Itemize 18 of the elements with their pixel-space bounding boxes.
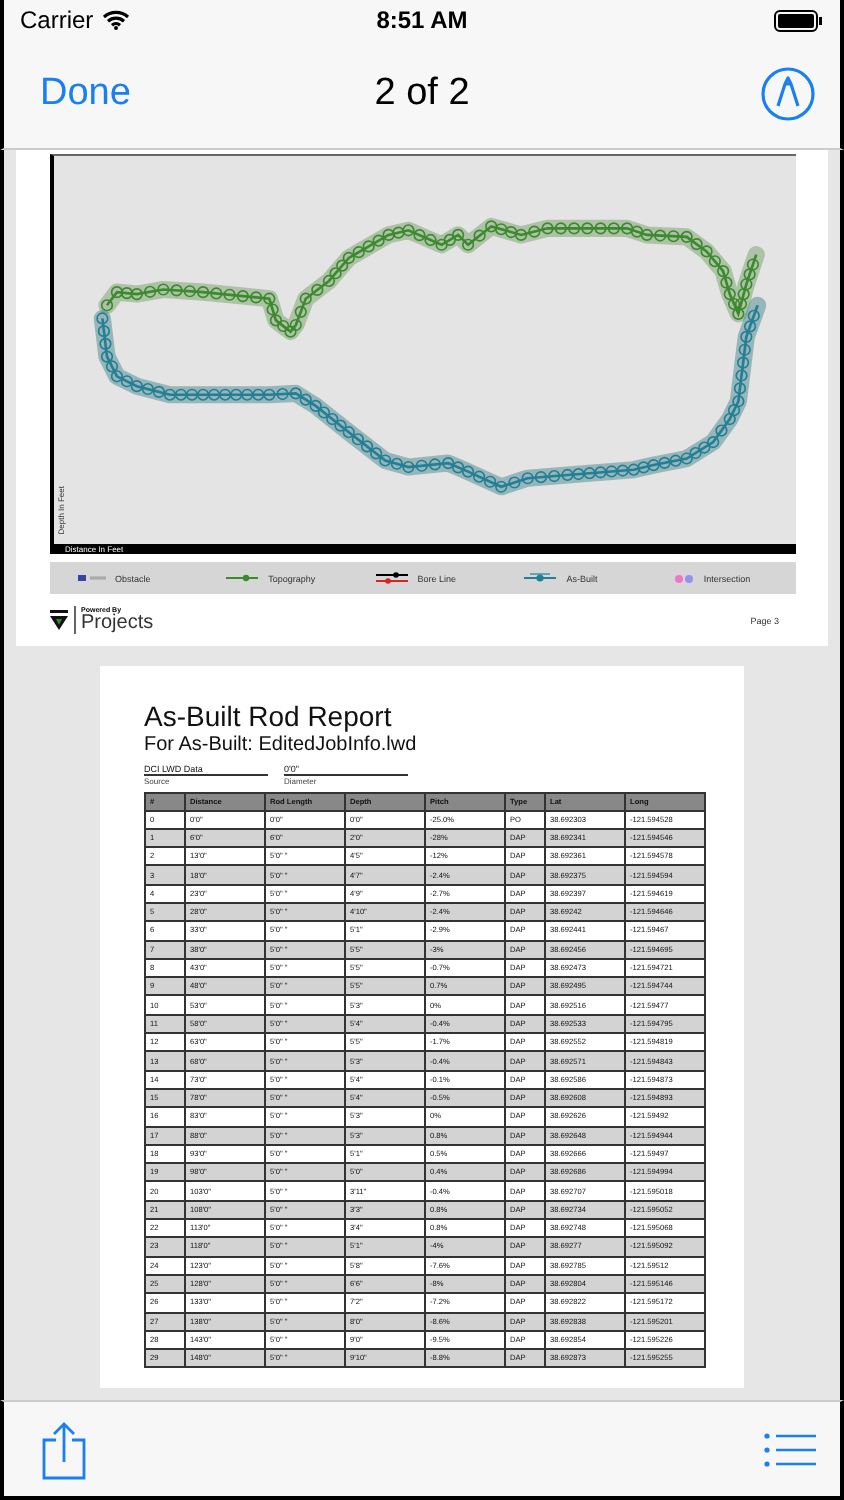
report-title: As-Built Rod Report — [144, 700, 394, 732]
battery-icon — [774, 9, 824, 31]
as-built-legend-icon — [524, 572, 557, 584]
bore-line-legend-icon — [375, 572, 408, 584]
intersection-legend-icon — [673, 573, 694, 583]
clock-time: 8:51 AM — [376, 6, 468, 34]
logo-icon — [49, 610, 67, 630]
brand-name: Projects — [81, 614, 154, 634]
markup-pen-icon[interactable] — [760, 66, 816, 122]
share-icon[interactable] — [40, 1417, 88, 1481]
done-button[interactable]: Done — [40, 72, 131, 116]
list-icon[interactable] — [764, 1431, 816, 1467]
page-counter: 2 of 2 — [374, 72, 470, 116]
topography-legend-icon — [226, 574, 259, 582]
wifi-icon — [101, 10, 130, 30]
obstacle-legend-icon — [77, 574, 105, 582]
report-subtitle: For As-Built: EditedJobInfo.lwd — [144, 734, 419, 758]
carrier-label: Carrier — [20, 6, 94, 34]
